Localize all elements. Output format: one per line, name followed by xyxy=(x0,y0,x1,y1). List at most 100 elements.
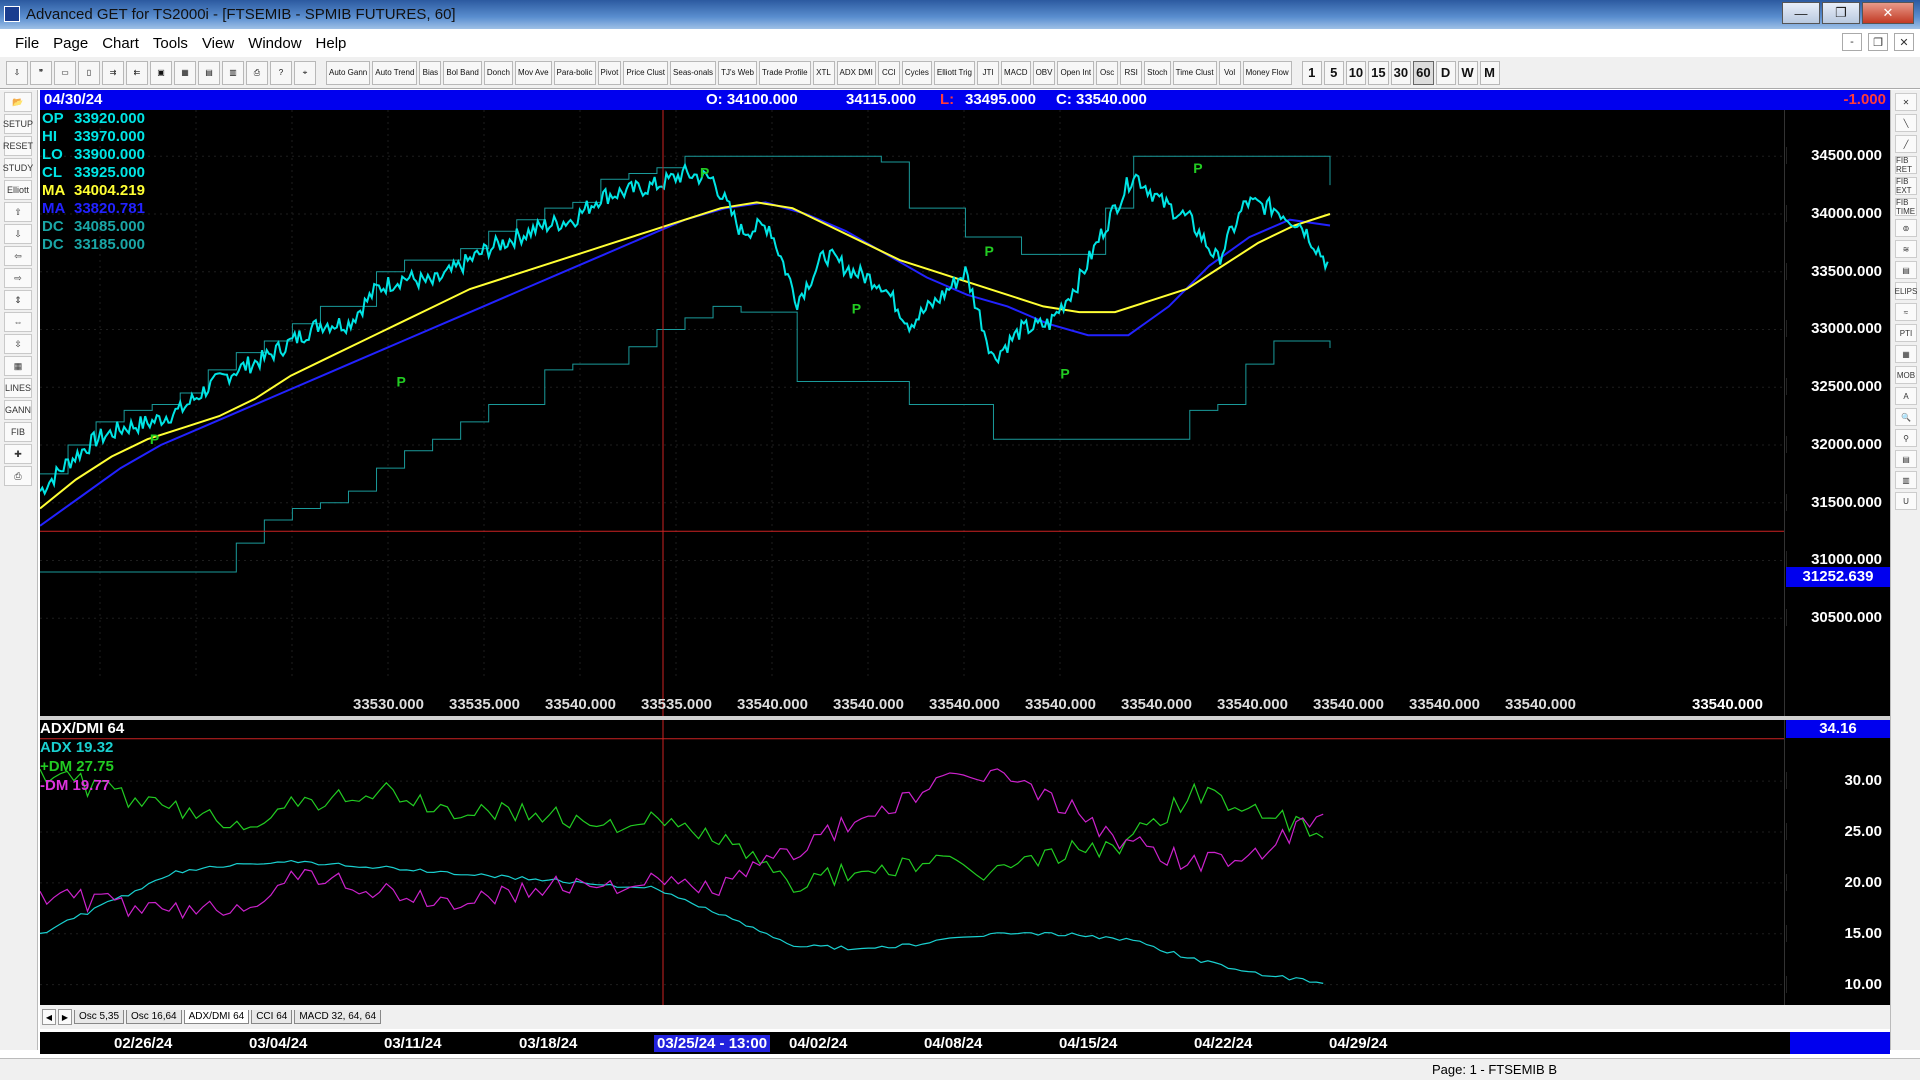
tab-scroll-right-icon[interactable]: ▶ xyxy=(58,1009,72,1025)
toolbar-file-tool-10[interactable]: ⎙ xyxy=(246,60,268,85)
tab-scroll-left-icon[interactable]: ◀ xyxy=(42,1009,56,1025)
study-button-price-clust[interactable]: Price Clust xyxy=(623,60,669,85)
left-tool-2[interactable]: RESET xyxy=(3,136,33,156)
left-tool-12[interactable]: ▦ xyxy=(4,356,32,376)
menu-view[interactable]: View xyxy=(195,35,241,52)
right-tool-10[interactable]: ≈ xyxy=(1895,303,1917,321)
left-tool-3[interactable]: STUDY xyxy=(3,158,33,178)
right-tool-7[interactable]: ≋ xyxy=(1895,240,1917,258)
left-tool-5[interactable]: ⇧ xyxy=(4,202,32,222)
left-tool-8[interactable]: ⇨ xyxy=(4,268,32,288)
right-tool-3[interactable]: FIB RET xyxy=(1895,156,1917,174)
right-tool-15[interactable]: 🔍 xyxy=(1895,408,1917,426)
left-tool-6[interactable]: ⇩ xyxy=(4,224,32,244)
left-tool-7[interactable]: ⇦ xyxy=(4,246,32,266)
study-button-auto-trend[interactable]: Auto Trend xyxy=(372,60,418,85)
toolbar-file-tool-9[interactable]: ▥ xyxy=(222,60,244,85)
interval-button-D[interactable]: D xyxy=(1435,60,1456,85)
right-tool-1[interactable]: ╲ xyxy=(1895,114,1917,132)
right-tool-6[interactable]: ⊚ xyxy=(1895,219,1917,237)
interval-button-W[interactable]: W xyxy=(1457,60,1478,85)
left-tool-17[interactable]: ⎙ xyxy=(4,466,32,486)
study-button-xtl[interactable]: XTL xyxy=(812,60,835,85)
study-button-money-flow[interactable]: Money Flow xyxy=(1242,60,1292,85)
right-tool-13[interactable]: MOB xyxy=(1895,366,1917,384)
study-button-donch[interactable]: Donch xyxy=(483,60,513,85)
right-tool-11[interactable]: PTI xyxy=(1895,324,1917,342)
study-button-pivot[interactable]: Pivot xyxy=(597,60,622,85)
study-button-stoch[interactable]: Stoch xyxy=(1144,60,1171,85)
toolbar-file-tool-1[interactable]: ❞ xyxy=(30,60,52,85)
study-button-rsi[interactable]: RSI xyxy=(1120,60,1143,85)
study-button-para-bolic[interactable]: Para-bolic xyxy=(553,60,596,85)
mdi-minimize-button[interactable]: - xyxy=(1842,33,1862,51)
left-tool-11[interactable]: ⇳ xyxy=(4,334,32,354)
toolbar-file-tool-8[interactable]: ▤ xyxy=(198,60,220,85)
left-tool-13[interactable]: LINES xyxy=(4,378,32,398)
left-tool-1[interactable]: SETUP xyxy=(3,114,33,134)
toolbar-file-tool-11[interactable]: ? xyxy=(270,60,292,85)
toolbar-file-tool-6[interactable]: ▣ xyxy=(150,60,172,85)
study-button-auto-gann[interactable]: Auto Gann xyxy=(326,60,371,85)
right-tool-0[interactable]: ✕ xyxy=(1895,93,1917,111)
indicator-tab-2[interactable]: ADX/DMI 64 xyxy=(183,1010,250,1024)
right-tool-12[interactable]: ▦ xyxy=(1895,345,1917,363)
indicator-tab-1[interactable]: Osc 16,64 xyxy=(126,1010,182,1024)
indicator-tab-3[interactable]: CCI 64 xyxy=(251,1010,293,1024)
study-button-cycles[interactable]: Cycles xyxy=(901,60,932,85)
study-button-osc[interactable]: Osc xyxy=(1096,60,1119,85)
close-button[interactable]: ✕ xyxy=(1862,2,1914,24)
menu-file[interactable]: File xyxy=(8,35,46,52)
study-button-seas-onals[interactable]: Seas-onals xyxy=(670,60,717,85)
study-button-vol[interactable]: Vol xyxy=(1218,60,1241,85)
study-button-tj-s-web[interactable]: TJ's Web xyxy=(718,60,758,85)
mdi-restore-button[interactable]: ❐ xyxy=(1868,33,1888,51)
left-tool-0[interactable]: 📂 xyxy=(4,92,32,112)
study-button-cci[interactable]: CCI xyxy=(877,60,900,85)
left-tool-9[interactable]: ⇕ xyxy=(4,290,32,310)
mdi-close-button[interactable]: ✕ xyxy=(1894,33,1914,51)
right-tool-9[interactable]: ELIPS xyxy=(1895,282,1917,300)
toolbar-file-tool-12[interactable]: ⌖ xyxy=(294,60,316,85)
menu-chart[interactable]: Chart xyxy=(95,35,146,52)
right-tool-8[interactable]: ▤ xyxy=(1895,261,1917,279)
study-button-obv[interactable]: OBV xyxy=(1032,60,1056,85)
left-tool-4[interactable]: Elliott xyxy=(4,180,32,200)
study-button-bol-band[interactable]: Bol Band xyxy=(443,60,482,85)
right-tool-4[interactable]: FIB EXT xyxy=(1895,177,1917,195)
interval-button-M[interactable]: M xyxy=(1479,60,1500,85)
study-button-bias[interactable]: Bias xyxy=(419,60,442,85)
toolbar-file-tool-7[interactable]: ▦ xyxy=(174,60,196,85)
minimize-button[interactable]: — xyxy=(1782,2,1820,24)
left-tool-16[interactable]: ✚ xyxy=(4,444,32,464)
study-button-open-int[interactable]: Open Int xyxy=(1057,60,1095,85)
study-button-mov-ave[interactable]: Mov Ave xyxy=(514,60,552,85)
right-tool-16[interactable]: ⚲ xyxy=(1895,429,1917,447)
study-button-time-clust[interactable]: Time Clust xyxy=(1172,60,1217,85)
right-tool-5[interactable]: FIB TIME xyxy=(1895,198,1917,216)
menu-page[interactable]: Page xyxy=(46,35,95,52)
indicator-tab-0[interactable]: Osc 5,35 xyxy=(74,1010,125,1024)
interval-button-30[interactable]: 30 xyxy=(1390,60,1412,85)
toolbar-file-tool-4[interactable]: ⇉ xyxy=(102,60,124,85)
indicator-pane[interactable]: ADX/DMI 64 ADX 19.32 +DM 27.75 -DM 19.77… xyxy=(40,720,1890,1005)
right-tool-2[interactable]: ╱ xyxy=(1895,135,1917,153)
right-tool-17[interactable]: ▤ xyxy=(1895,450,1917,468)
indicator-tab-4[interactable]: MACD 32, 64, 64 xyxy=(294,1010,382,1024)
price-chart[interactable]: P P P P P P P OP 33920.000 HI 33970.000 LO 33900.00… xyxy=(40,110,1890,716)
study-button-macd[interactable]: MACD xyxy=(1001,60,1031,85)
left-tool-15[interactable]: FIB xyxy=(4,422,32,442)
interval-button-60[interactable]: 60 xyxy=(1413,60,1434,85)
menu-window[interactable]: Window xyxy=(241,35,308,52)
interval-button-10[interactable]: 10 xyxy=(1345,60,1367,85)
toolbar-file-tool-5[interactable]: ⇇ xyxy=(126,60,148,85)
study-button-adx-dmi[interactable]: ADX DMI xyxy=(836,60,876,85)
right-tool-14[interactable]: A xyxy=(1895,387,1917,405)
study-button-trade-profile[interactable]: Trade Profile xyxy=(759,60,811,85)
toolbar-file-tool-2[interactable]: ▭ xyxy=(54,60,76,85)
study-button-jti[interactable]: JTI xyxy=(977,60,999,85)
menu-tools[interactable]: Tools xyxy=(146,35,195,52)
interval-button-5[interactable]: 5 xyxy=(1323,60,1344,85)
study-button-elliott-trig[interactable]: Elliott Trig xyxy=(933,60,975,85)
left-tool-10[interactable]: ⇔ xyxy=(4,312,32,332)
